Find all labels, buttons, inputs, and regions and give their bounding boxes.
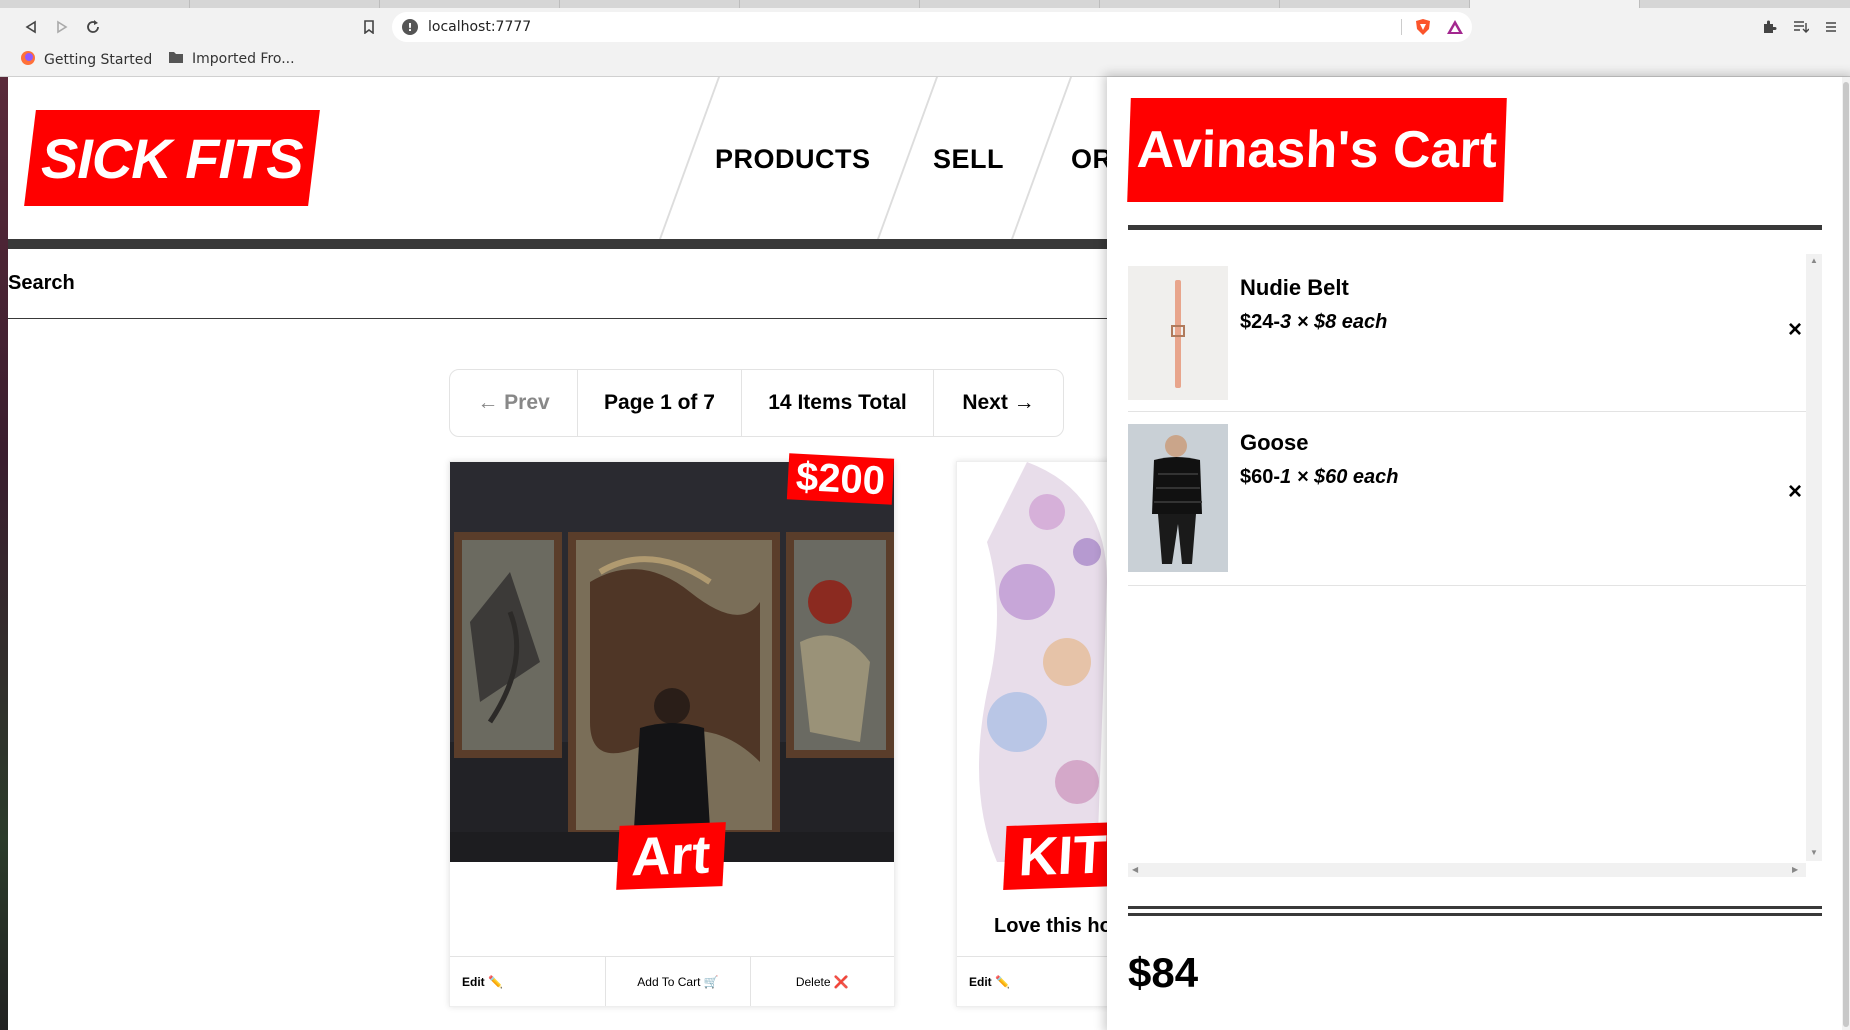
nav-sell[interactable]: SELL bbox=[933, 144, 1004, 175]
product-actions: Edit ✏️ Add To Cart 🛒 Delete ❌ bbox=[450, 956, 894, 1006]
firefox-icon bbox=[20, 50, 36, 70]
tab-strip bbox=[0, 0, 1850, 8]
divider bbox=[1128, 913, 1822, 916]
item-name: Nudie Belt bbox=[1240, 275, 1349, 300]
tab[interactable] bbox=[380, 0, 560, 8]
cart-title: Avinash's Cart bbox=[1127, 98, 1507, 202]
back-icon[interactable] bbox=[18, 14, 44, 40]
item-total: $24 bbox=[1240, 311, 1274, 333]
pagination: ← Prev Page 1 of 7 14 Items Total Next → bbox=[449, 369, 1064, 437]
edit-button[interactable]: Edit ✏️ bbox=[450, 957, 607, 1006]
product-title[interactable]: Art bbox=[616, 822, 726, 890]
address-bar[interactable]: ! localhost:7777 bbox=[392, 12, 1472, 42]
cart-items: Nudie Belt $24-3 × $8 each × Goose $60-1… bbox=[1128, 254, 1822, 879]
extensions-icon[interactable] bbox=[1756, 14, 1782, 40]
add-to-cart-button[interactable]: Add To Cart 🛒 bbox=[606, 957, 751, 1006]
divider bbox=[1128, 225, 1822, 230]
remove-item-button[interactable]: × bbox=[1788, 316, 1802, 344]
forward-icon[interactable] bbox=[49, 14, 75, 40]
item-total: $60 bbox=[1240, 466, 1274, 488]
folder-icon bbox=[168, 50, 184, 68]
bookmark-icon[interactable] bbox=[356, 14, 382, 40]
product-description: Love this ho bbox=[994, 915, 1112, 937]
tab[interactable] bbox=[920, 0, 1100, 8]
page-scrollbar[interactable] bbox=[1842, 77, 1850, 1030]
menu-icon[interactable] bbox=[1818, 14, 1844, 40]
edit-button[interactable]: Edit ✏️ bbox=[957, 957, 1114, 1006]
logo[interactable]: SICK FITS bbox=[24, 110, 320, 206]
divider bbox=[1128, 906, 1822, 909]
nav-divider bbox=[659, 77, 720, 239]
site-info-icon[interactable]: ! bbox=[402, 19, 418, 35]
url-text[interactable]: localhost:7777 bbox=[428, 19, 531, 35]
browser-toolbar: ! localhost:7777 bbox=[0, 8, 1850, 44]
page-indicator: Page 1 of 7 bbox=[578, 370, 742, 436]
tab[interactable] bbox=[190, 0, 380, 8]
scroll-up-icon[interactable]: ▲ bbox=[1810, 256, 1818, 265]
scrollbar-thumb[interactable] bbox=[1843, 82, 1849, 1027]
item-price: $24-3 × $8 each bbox=[1240, 311, 1388, 333]
cart-item: Nudie Belt $24-3 × $8 each × bbox=[1128, 254, 1806, 412]
reading-list-icon[interactable] bbox=[1788, 14, 1814, 40]
delete-button[interactable]: Delete ❌ bbox=[751, 957, 894, 1006]
reload-icon[interactable] bbox=[80, 14, 106, 40]
desktop-edge bbox=[0, 77, 8, 1030]
prev-button[interactable]: ← Prev bbox=[450, 370, 578, 436]
brave-shield-icon[interactable] bbox=[1414, 18, 1432, 41]
bookmark-label: Getting Started bbox=[44, 52, 153, 68]
horizontal-scrollbar[interactable]: ◀ ▶ bbox=[1128, 863, 1806, 877]
item-price: $60-1 × $60 each bbox=[1240, 466, 1399, 488]
product-price: $200 bbox=[786, 453, 895, 505]
bookmark-label: Imported Fro... bbox=[192, 51, 295, 67]
tab[interactable] bbox=[1280, 0, 1470, 8]
bookmarks-bar: Getting Started Imported Fro... bbox=[0, 44, 1850, 77]
scroll-right-icon[interactable]: ▶ bbox=[1792, 865, 1798, 874]
search-label: Search bbox=[8, 272, 75, 294]
tab-active[interactable] bbox=[1470, 0, 1640, 8]
item-detail: 1 × $60 each bbox=[1280, 466, 1399, 488]
scroll-down-icon[interactable]: ▼ bbox=[1810, 848, 1818, 857]
tab[interactable] bbox=[0, 0, 190, 8]
nav-products[interactable]: PRODUCTS bbox=[715, 144, 871, 175]
scroll-left-icon[interactable]: ◀ bbox=[1132, 865, 1138, 874]
tab[interactable] bbox=[560, 0, 740, 8]
bookmark-getting-started[interactable]: Getting Started bbox=[20, 50, 152, 70]
logo-text: SICK FITS bbox=[41, 126, 303, 190]
cart-item: Goose $60-1 × $60 each × bbox=[1128, 412, 1806, 586]
product-title[interactable]: KIT bbox=[1003, 822, 1122, 890]
tab[interactable] bbox=[1100, 0, 1280, 8]
divider bbox=[1401, 19, 1402, 35]
next-button[interactable]: Next → bbox=[934, 370, 1063, 436]
product-card: $200 Art Edit ✏️ Add To Cart 🛒 Delete ❌ bbox=[449, 453, 895, 1007]
items-total: 14 Items Total bbox=[742, 370, 934, 436]
nav-divider bbox=[877, 77, 938, 239]
bookmark-imported-folder[interactable]: Imported Fro... bbox=[168, 50, 295, 68]
product-image[interactable] bbox=[450, 462, 894, 862]
cart-total: $84 bbox=[1128, 949, 1199, 996]
nav-divider bbox=[1011, 77, 1072, 239]
item-detail: 3 × $8 each bbox=[1280, 311, 1388, 333]
remove-item-button[interactable]: × bbox=[1788, 478, 1802, 506]
tab[interactable] bbox=[740, 0, 920, 8]
cart-panel: Avinash's Cart × Nudie Belt $24-3 × $8 e… bbox=[1107, 77, 1850, 1030]
vertical-scrollbar[interactable]: ▲ ▼ bbox=[1806, 254, 1822, 861]
item-name: Goose bbox=[1240, 430, 1309, 455]
item-image bbox=[1128, 266, 1228, 400]
brave-rewards-icon[interactable] bbox=[1446, 18, 1464, 41]
item-image bbox=[1128, 424, 1228, 572]
cart-title-text: Avinash's Cart bbox=[1135, 121, 1499, 179]
